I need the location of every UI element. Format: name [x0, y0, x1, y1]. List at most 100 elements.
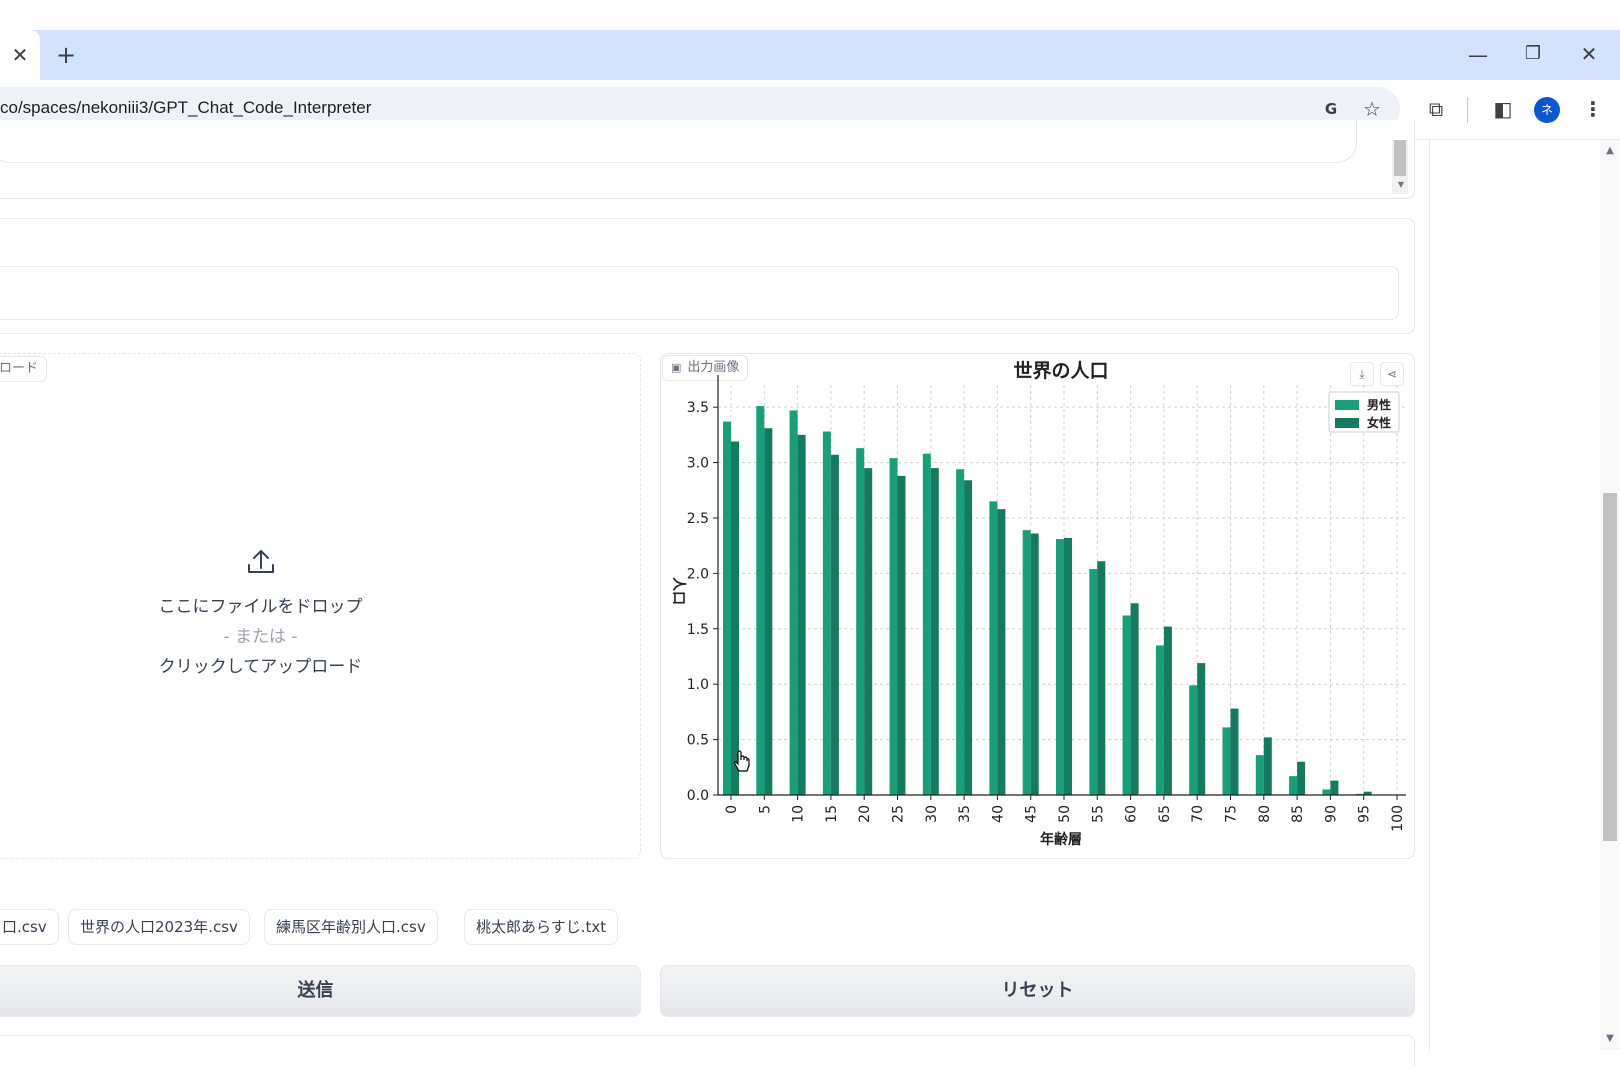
bar-female: [1130, 603, 1139, 795]
bar-male: [922, 453, 931, 795]
bar-male: [1022, 530, 1031, 795]
side-panel-icon[interactable]: ◧: [1489, 95, 1517, 123]
example-file-4[interactable]: 桃太郎あらすじ.txt: [464, 909, 619, 945]
url-text: co/spaces/nekoniii3/GPT_Chat_Code_Interp…: [0, 98, 372, 117]
bar-male: [1122, 615, 1131, 795]
y-tick-label: 0.5: [687, 733, 709, 749]
legend-label-male: 男性: [1367, 397, 1391, 412]
minimize-icon[interactable]: —: [1464, 41, 1492, 69]
bar-female: [797, 434, 806, 795]
bar-female: [1163, 626, 1172, 795]
hand-cursor-icon: [734, 750, 750, 772]
x-tick-label: 65: [1157, 805, 1173, 823]
y-tick-label: 1.5: [687, 622, 709, 638]
tab-strip: [0, 30, 1620, 80]
chart-ylabel: 人口: [670, 577, 687, 605]
x-tick-label: 50: [1057, 805, 1073, 823]
profile-avatar[interactable]: ネ: [1534, 97, 1560, 123]
bar-female: [1030, 533, 1039, 795]
bar-female: [1330, 780, 1339, 795]
bar-male: [1155, 645, 1164, 795]
bar-male: [789, 410, 798, 795]
x-tick-label: 5: [757, 805, 773, 814]
bar-female: [1064, 537, 1072, 795]
x-tick-label: 20: [857, 805, 873, 823]
bar-female: [731, 441, 739, 795]
x-tick-label: 60: [1124, 805, 1140, 823]
upload-label: ロード: [0, 356, 48, 382]
bar-female: [764, 428, 773, 795]
message-input[interactable]: [0, 266, 1399, 320]
page-divider: [1429, 140, 1430, 1050]
x-tick-label: 0: [724, 805, 740, 814]
example-file-2[interactable]: 世界の人口2023年.csv: [68, 909, 250, 945]
bar-female: [1197, 663, 1206, 795]
example-file-3[interactable]: 練馬区年齢別人口.csv: [264, 909, 438, 945]
scroll-up-icon[interactable]: ▲: [1603, 145, 1617, 156]
click-upload-text: クリックしてアップロード: [158, 657, 363, 677]
bar-male: [822, 431, 831, 795]
legend-label-female: 女性: [1367, 415, 1391, 430]
x-tick-label: 70: [1190, 805, 1206, 823]
drop-text: ここにファイルをドロップ: [158, 597, 363, 617]
x-tick-label: 40: [990, 805, 1006, 823]
x-tick-label: 30: [924, 805, 940, 823]
x-tick-label: 75: [1224, 805, 1240, 823]
x-tick-label: 85: [1290, 805, 1306, 823]
bar-female: [930, 468, 939, 795]
y-tick-label: 3.0: [687, 456, 709, 472]
population-chart: 0.0 0.5 1.0 1.5 2.0 2.5 3.0 3.5 0 5 10 15 20 25 30 35 40…: [670, 360, 1406, 848]
bar-male: [956, 469, 965, 795]
bar-female: [1297, 761, 1306, 795]
submit-button[interactable]: 送信: [0, 965, 641, 1017]
bar-male: [1289, 776, 1298, 795]
menu-kebab-icon[interactable]: ⋮: [1579, 95, 1607, 123]
bar-female: [1263, 737, 1272, 795]
bar-female: [964, 480, 973, 795]
y-tick-label: 3.5: [687, 400, 709, 416]
x-tick-label: 25: [891, 805, 907, 823]
bar-male: [1056, 539, 1064, 795]
x-tick-label: 10: [791, 805, 807, 823]
chart-xlabel: 年齢層: [1040, 831, 1082, 848]
chat-message: [0, 120, 1357, 163]
bookmark-star-icon[interactable]: ☆: [1358, 95, 1386, 123]
translate-icon[interactable]: G: [1317, 95, 1345, 123]
new-tab-icon[interactable]: +: [52, 41, 80, 69]
example-file-1[interactable]: 口.csv: [0, 909, 59, 945]
y-tick-label: 2.5: [687, 511, 709, 527]
reset-button[interactable]: リセット: [660, 965, 1415, 1017]
x-tick-label: 45: [1024, 805, 1040, 823]
bar-male: [989, 501, 998, 795]
bar-female: [864, 468, 873, 795]
extensions-icon[interactable]: ⧉: [1422, 95, 1450, 123]
scroll-down-icon[interactable]: ▼: [1603, 1033, 1617, 1044]
restore-icon[interactable]: ❐: [1519, 40, 1547, 68]
chat-scroll-down-icon[interactable]: ▼: [1394, 180, 1408, 189]
bottom-panel: [0, 1035, 1415, 1066]
bar-male: [1222, 727, 1231, 795]
page-scrollbar-thumb[interactable]: [1603, 493, 1617, 841]
chart-title: 世界の人口: [1013, 360, 1108, 382]
close-tab-icon[interactable]: ✕: [6, 41, 34, 69]
toolbar-divider: [1467, 97, 1468, 123]
legend-swatch-female: [1335, 418, 1359, 428]
bar-male: [889, 458, 898, 795]
bar-male: [1089, 568, 1098, 795]
close-window-icon[interactable]: ✕: [1575, 40, 1603, 68]
chart-legend: 男性 女性: [1328, 391, 1400, 433]
bar-male: [1322, 789, 1331, 795]
bar-female: [1230, 708, 1239, 795]
x-tick-label: 15: [824, 805, 840, 823]
bar-female: [1097, 561, 1106, 795]
x-tick-label: 55: [1090, 805, 1106, 823]
chat-scrollbar-thumb[interactable]: [1394, 140, 1406, 176]
bar-male: [1189, 685, 1198, 795]
bar-female: [830, 454, 839, 795]
or-text: - または -: [223, 627, 298, 647]
y-tick-label: 0.0: [687, 788, 709, 804]
x-tick-label: 95: [1357, 805, 1373, 823]
x-tick-label: 80: [1257, 805, 1273, 823]
bar-female: [997, 509, 1006, 795]
y-tick-label: 2.0: [687, 566, 709, 582]
